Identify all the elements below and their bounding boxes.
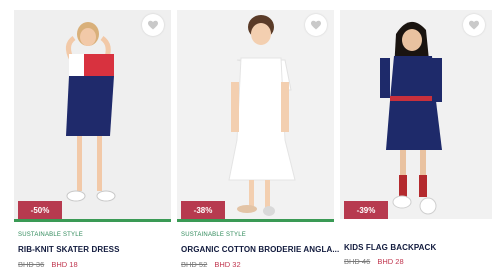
product-title[interactable]: RIB-KNIT SKATER DRESS <box>18 245 120 254</box>
original-price: BHD 46 <box>344 257 371 266</box>
sustainable-tag: SUSTAINABLE STYLE <box>181 232 246 238</box>
price-row: BHD 52 BHD 32 <box>181 260 241 269</box>
discount-badge: -50% <box>18 201 62 219</box>
product-card[interactable]: -38% SUSTAINABLE STYLE ORGANIC COTTON BR… <box>177 10 339 272</box>
product-image[interactable]: -50% <box>14 10 171 219</box>
product-title[interactable]: ORGANIC COTTON BRODERIE ANGLA... <box>181 245 339 254</box>
child-model-illustration <box>228 15 296 216</box>
child-model-illustration <box>66 22 116 202</box>
product-card[interactable]: -50% SUSTAINABLE STYLE RIB-KNIT SKATER D… <box>14 10 171 272</box>
product-title[interactable]: KIDS FLAG BACKPACK <box>344 243 436 252</box>
favorite-heart-icon[interactable] <box>305 14 327 36</box>
price-row: BHD 36 BHD 18 <box>18 260 78 269</box>
favorite-heart-icon[interactable] <box>142 14 164 36</box>
favorite-heart-icon[interactable] <box>463 14 485 36</box>
sale-price: BHD 18 <box>51 260 78 269</box>
discount-badge: -39% <box>344 201 388 219</box>
product-image[interactable]: -38% <box>177 10 334 219</box>
original-price: BHD 52 <box>181 260 208 269</box>
child-model-illustration <box>380 21 442 215</box>
product-image[interactable]: -39% <box>340 10 492 219</box>
product-grid: -50% SUSTAINABLE STYLE RIB-KNIT SKATER D… <box>14 10 492 272</box>
price-row: BHD 46 BHD 28 <box>344 257 404 266</box>
sale-price: BHD 32 <box>214 260 241 269</box>
heart-outline-icon <box>469 20 479 30</box>
product-card[interactable]: -39% KIDS FLAG BACKPACK BHD 46 BHD 28 <box>340 10 492 272</box>
sale-price: BHD 28 <box>377 257 404 266</box>
discount-badge: -38% <box>181 201 225 219</box>
original-price: BHD 36 <box>18 260 45 269</box>
sustainable-tag: SUSTAINABLE STYLE <box>18 232 83 238</box>
sustainable-bar <box>14 219 171 222</box>
sustainable-bar <box>177 219 334 222</box>
heart-outline-icon <box>148 20 158 30</box>
heart-outline-icon <box>311 20 321 30</box>
